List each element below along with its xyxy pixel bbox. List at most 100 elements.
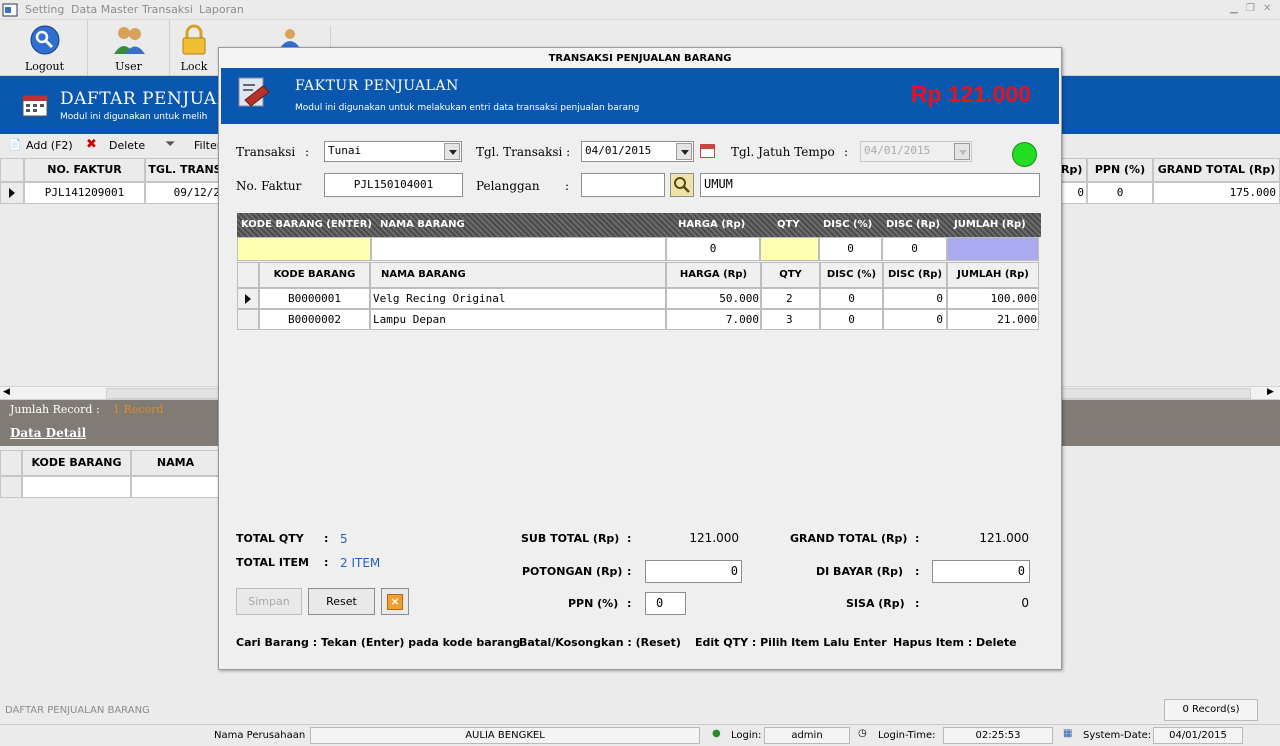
user-button[interactable]: User [88, 20, 170, 76]
dibayar-field[interactable]: 0 [932, 560, 1030, 583]
cell-ppn[interactable]: 0 [1087, 182, 1153, 204]
entry-head-kode: KODE BARANG (ENTER) [241, 219, 372, 230]
restore-icon[interactable]: ❐ [1246, 3, 1255, 14]
entry-head-qty: QTY [777, 219, 800, 230]
scroll-left-icon[interactable]: ◀ [3, 387, 10, 397]
pelanggan-name-field[interactable]: UMUM [700, 173, 1040, 197]
entry-harga-input[interactable]: 0 [666, 237, 760, 261]
grid-col-disc-rp[interactable]: DISC (Rp) [883, 262, 947, 288]
close-dialog-button[interactable]: × [381, 588, 409, 615]
col-rp[interactable]: Rp) [1060, 158, 1087, 182]
grid-col-jumlah[interactable]: JUMLAH (Rp) [947, 262, 1039, 288]
login-time-label: Login-Time: [878, 730, 936, 741]
grid-col-nama[interactable]: NAMA BARANG [370, 262, 666, 288]
row-disc-rp[interactable]: 0 [883, 288, 947, 309]
menu-laporan[interactable]: Laporan [199, 3, 244, 16]
row-kode[interactable]: B0000002 [259, 309, 370, 330]
cell-tgl[interactable]: 09/12/2 [145, 182, 225, 204]
detail-cell-nama[interactable] [131, 476, 220, 498]
clock-icon: ◷ [858, 728, 867, 739]
detail-cell-kode[interactable] [22, 476, 131, 498]
customer-icon[interactable] [277, 28, 303, 48]
row-qty[interactable]: 3 [761, 309, 820, 330]
ppn-label: PPN (%) [568, 597, 619, 610]
lock-button[interactable]: Lock [170, 20, 218, 76]
reset-button[interactable]: Reset [308, 588, 375, 615]
dialog-title: FAKTUR PENJUALAN [295, 78, 459, 94]
invoice-icon [238, 77, 270, 107]
transaksi-label: Transaksi [236, 145, 296, 159]
total-qty-value: 5 [340, 532, 348, 546]
col-no-faktur[interactable]: NO. FAKTUR [24, 158, 145, 182]
chevron-down-icon[interactable] [676, 143, 692, 160]
tgl-transaksi-picker[interactable]: 04/01/2015 [581, 141, 694, 162]
sisa-value: 0 [1021, 596, 1029, 610]
menu-transaksi[interactable]: Transaksi [142, 3, 193, 16]
ppn-field[interactable]: 0 [645, 592, 686, 615]
calendar-icon[interactable] [700, 144, 715, 158]
total-item-label: TOTAL ITEM [236, 556, 309, 569]
entry-kode-input[interactable] [237, 237, 371, 261]
cell-grand-total[interactable]: 175.000 [1153, 182, 1280, 204]
entry-head-disc-rp: DISC (Rp) [886, 219, 941, 230]
entry-disc-pct-input[interactable]: 0 [819, 237, 882, 261]
row-harga[interactable]: 50.000 [666, 288, 761, 309]
close-icon: × [387, 594, 403, 610]
scroll-right-icon[interactable]: ▶ [1267, 387, 1274, 397]
logout-button[interactable]: Logout [2, 20, 88, 76]
detail-row-indicator [0, 476, 22, 498]
grand-total-value: 121.000 [979, 531, 1029, 545]
menu-setting[interactable]: Setting [25, 3, 64, 16]
detail-col-kode[interactable]: KODE BARANG [22, 450, 131, 476]
row-nama[interactable]: Lampu Depan [370, 309, 666, 330]
dibayar-colon: : [915, 565, 920, 578]
grid-col-disc-pct[interactable]: DISC (%) [820, 262, 883, 288]
jatuh-tempo-picker[interactable]: 04/01/2015 [860, 141, 972, 162]
row-qty[interactable]: 2 [761, 288, 820, 309]
delete-button[interactable]: Delete [109, 139, 145, 152]
list-subtitle: Modul ini digunakan untuk melih [60, 112, 208, 122]
minimize-icon[interactable]: ▁ [1230, 3, 1238, 14]
hint-batal: Batal/Kosongkan : (Reset) [519, 636, 681, 649]
col-grand-total[interactable]: GRAND TOTAL (Rp) [1153, 158, 1280, 182]
potongan-field[interactable]: 0 [645, 560, 742, 583]
jatuh-tempo-colon: : [844, 145, 849, 159]
menu-data-master[interactable]: Data Master [71, 3, 138, 16]
no-faktur-field[interactable]: PJL150104001 [324, 173, 463, 197]
chevron-down-icon[interactable] [954, 143, 970, 160]
grid-col-kode[interactable]: KODE BARANG [259, 262, 370, 288]
table-row[interactable]: B0000001 Velg Recing Original 50.000 2 0… [237, 288, 1041, 309]
transaction-dialog: TRANSAKSI PENJUALAN BARANG FAKTUR PENJUA… [218, 47, 1062, 670]
search-customer-button[interactable] [670, 173, 694, 197]
detail-col-nama[interactable]: NAMA [131, 450, 220, 476]
add-button[interactable]: Add (F2) [26, 139, 73, 152]
entry-jumlah-input[interactable] [947, 237, 1039, 261]
col-tgl-trans[interactable]: TGL. TRANS [145, 158, 225, 182]
total-display: Rp 121.000 [910, 81, 1031, 107]
pelanggan-code-field[interactable] [581, 173, 665, 197]
close-icon[interactable]: ✕ [1263, 3, 1271, 14]
chevron-down-icon[interactable] [444, 143, 460, 160]
row-jumlah[interactable]: 21.000 [947, 309, 1039, 330]
row-disc-pct[interactable]: 0 [820, 288, 883, 309]
col-ppn[interactable]: PPN (%) [1087, 158, 1153, 182]
no-faktur-label: No. Faktur [236, 179, 302, 193]
row-kode[interactable]: B0000001 [259, 288, 370, 309]
table-row[interactable]: B0000002 Lampu Depan 7.000 3 0 0 21.000 [237, 309, 1041, 330]
entry-disc-rp-input[interactable]: 0 [882, 237, 947, 261]
potongan-colon: : [627, 565, 632, 578]
grid-col-qty[interactable]: QTY [761, 262, 820, 288]
transaksi-select[interactable]: Tunai [324, 141, 462, 162]
entry-nama-input[interactable] [371, 237, 666, 261]
row-nama[interactable]: Velg Recing Original [370, 288, 666, 309]
record-label: Jumlah Record : [10, 403, 100, 416]
entry-qty-input[interactable] [760, 237, 819, 261]
row-disc-pct[interactable]: 0 [820, 309, 883, 330]
grid-col-harga[interactable]: HARGA (Rp) [666, 262, 761, 288]
cell-rp[interactable]: 0 [1060, 182, 1087, 204]
row-jumlah[interactable]: 100.000 [947, 288, 1039, 309]
simpan-button[interactable]: Simpan [236, 588, 302, 615]
row-harga[interactable]: 7.000 [666, 309, 761, 330]
cell-no-faktur[interactable]: PJL141209001 [24, 182, 145, 204]
row-disc-rp[interactable]: 0 [883, 309, 947, 330]
